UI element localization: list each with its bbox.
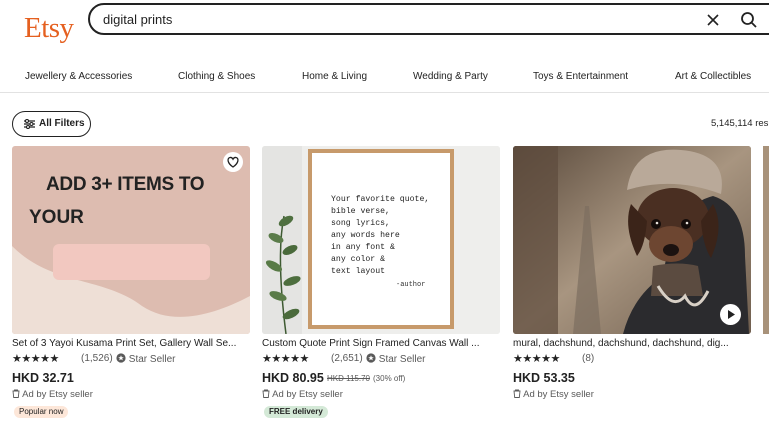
star-seller-icon [116, 353, 126, 363]
listing-title[interactable]: Custom Quote Print Sign Framed Canvas Wa… [262, 338, 500, 349]
filter-icon [24, 119, 35, 129]
dachshund-illustration [513, 146, 751, 334]
rating-stars: ★★★★★ [513, 353, 560, 365]
search-bar[interactable]: digital prints [88, 3, 769, 35]
search-input[interactable]: digital prints [103, 12, 172, 27]
star-seller-icon [366, 353, 376, 363]
category-wedding-party[interactable]: Wedding & Party [413, 71, 488, 82]
listing-price: HKD 53.35 [513, 371, 575, 385]
all-filters-label: All Filters [39, 118, 85, 129]
quote-text: Your favorite quote, bible verse, song l… [331, 195, 430, 276]
category-nav: Jewellery & Accessories Clothing & Shoes… [0, 66, 769, 90]
image-headline: ADD 3+ ITEMS TO [46, 174, 205, 195]
listing-title[interactable]: mural, dachshund, dachshund, dachshund, … [513, 338, 751, 349]
star-seller-badge: Star Seller [366, 353, 425, 365]
ad-icon [12, 389, 20, 398]
original-price: HKD 115.70 [327, 374, 370, 383]
favorite-button[interactable] [223, 152, 243, 172]
search-icon[interactable] [740, 11, 758, 29]
all-filters-button[interactable]: All Filters [12, 111, 91, 137]
ad-label-text: Ad by Etsy seller [523, 389, 594, 400]
rating-stars: ★★★★★ [12, 353, 59, 365]
popular-badge: Popular now [14, 406, 69, 418]
quote-author: -author [396, 281, 426, 289]
heart-icon [227, 156, 239, 168]
header: Etsy digital prints [0, 0, 769, 62]
free-delivery-badge: FREE delivery [264, 406, 328, 418]
listing-title[interactable]: Set of 3 Yayoi Kusama Print Set, Gallery… [12, 338, 250, 349]
category-clothing[interactable]: Clothing & Shoes [178, 71, 255, 82]
review-count: (2,651) [331, 353, 363, 364]
ad-icon [262, 389, 270, 398]
listing-image[interactable]: ADD 3+ ITEMS TO YOUR [12, 146, 250, 334]
listing-price: HKD 80.95 [262, 371, 324, 385]
ad-icon [513, 389, 521, 398]
results-count: 5,145,114 resu [711, 118, 769, 129]
category-toys[interactable]: Toys & Entertainment [533, 71, 628, 82]
star-seller-label: Star Seller [128, 354, 176, 365]
listing-card[interactable]: ADD 3+ ITEMS TO YOUR Set of 3 Yayoi Kusa… [12, 146, 250, 427]
etsy-logo[interactable]: Etsy [24, 12, 74, 45]
listing-price: HKD 32.71 [12, 371, 74, 385]
listing-image[interactable]: Your favorite quote, bible verse, song l… [262, 146, 500, 334]
star-seller-badge: Star Seller [116, 353, 175, 365]
play-button[interactable] [720, 304, 741, 325]
play-icon [728, 310, 735, 319]
discount-label: (30% off) [373, 374, 406, 383]
category-art[interactable]: Art & Collectibles [675, 71, 751, 82]
category-jewellery[interactable]: Jewellery & Accessories [25, 71, 132, 82]
listing-card[interactable]: mural, dachshund, dachshund, dachshund, … [513, 146, 751, 427]
star-seller-label: Star Seller [378, 354, 426, 365]
category-home-living[interactable]: Home & Living [302, 71, 367, 82]
ad-label: Ad by Etsy seller [12, 389, 93, 400]
ad-label-text: Ad by Etsy seller [272, 389, 343, 400]
listing-card[interactable]: Your favorite quote, bible verse, song l… [262, 146, 500, 427]
ad-label: Ad by Etsy seller [513, 389, 594, 400]
ad-label-text: Ad by Etsy seller [22, 389, 93, 400]
review-count: (1,526) [81, 353, 113, 364]
image-headline-2: YOUR [29, 207, 84, 228]
listing-card-partial[interactable] [763, 146, 769, 334]
clear-icon[interactable] [706, 13, 720, 27]
listing-image[interactable] [513, 146, 751, 334]
review-count: (8) [582, 353, 595, 364]
ad-label: Ad by Etsy seller [262, 389, 343, 400]
rating-stars: ★★★★★ [262, 353, 309, 365]
divider [0, 92, 769, 93]
